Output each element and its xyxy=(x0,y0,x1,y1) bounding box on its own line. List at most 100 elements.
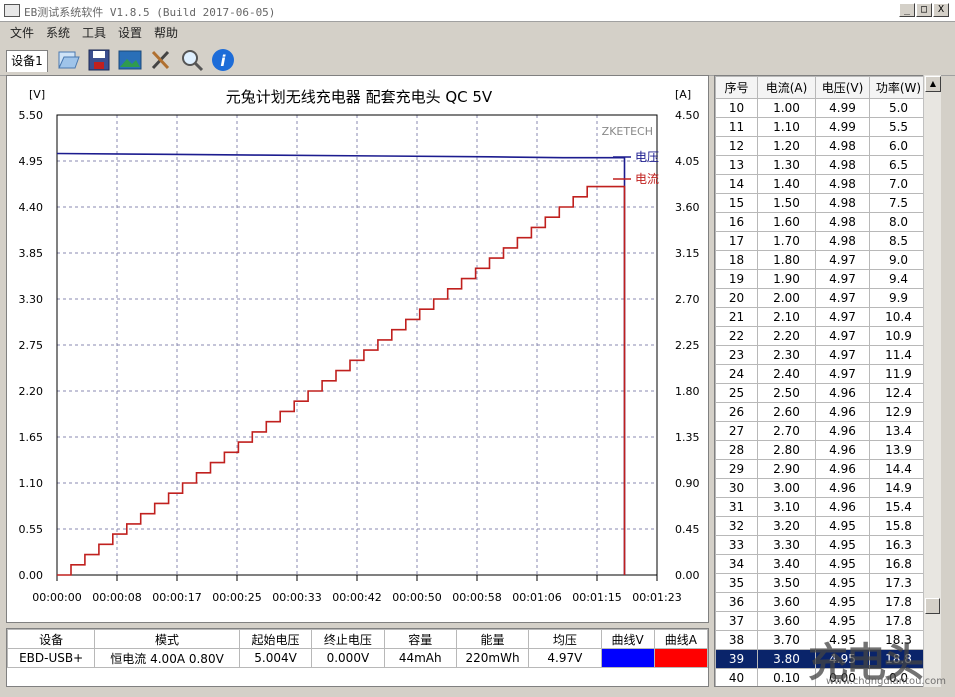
right-tick-label: 0.00 xyxy=(675,569,700,582)
table-cell: 7.5 xyxy=(869,193,928,213)
column-header[interactable]: 序号 xyxy=(715,76,758,99)
table-cell: 24 xyxy=(715,364,758,384)
table-cell: 17 xyxy=(715,231,758,251)
svg-text:i: i xyxy=(220,52,226,70)
table-cell: 1.60 xyxy=(757,212,816,232)
table-cell: 2.90 xyxy=(757,459,816,479)
table-row[interactable]: 21 2.10 4.97 10.4 xyxy=(715,307,928,327)
app-icon[interactable] xyxy=(4,4,20,17)
table-cell: 8.0 xyxy=(869,212,928,232)
image-icon[interactable] xyxy=(116,46,142,72)
save-icon[interactable] xyxy=(85,46,111,72)
table-cell: 4.98 xyxy=(815,212,870,232)
table-cell: 4.98 xyxy=(815,136,870,156)
table-cell: 16 xyxy=(715,212,758,232)
table-row[interactable]: 13 1.30 4.98 6.5 xyxy=(715,155,928,175)
menu-settings[interactable]: 设置 xyxy=(118,24,142,41)
menu-system[interactable]: 系统 xyxy=(46,24,70,41)
table-row[interactable]: 27 2.70 4.96 13.4 xyxy=(715,421,928,441)
table-row[interactable]: 22 2.20 4.97 10.9 xyxy=(715,326,928,346)
table-cell: 2.60 xyxy=(757,402,816,422)
search-icon[interactable] xyxy=(178,46,204,72)
right-tick-label: 1.35 xyxy=(675,431,700,444)
table-row[interactable]: 17 1.70 4.98 8.5 xyxy=(715,231,928,251)
table-row[interactable]: 35 3.50 4.95 17.3 xyxy=(715,573,928,593)
tools-icon[interactable] xyxy=(147,46,173,72)
table-row[interactable]: 10 1.00 4.99 5.0 xyxy=(715,98,928,118)
table-row[interactable]: 30 3.00 4.96 14.9 xyxy=(715,478,928,498)
right-tick-label: 3.60 xyxy=(675,201,700,214)
table-row[interactable]: 34 3.40 4.95 16.8 xyxy=(715,554,928,574)
column-header[interactable]: 功率(W) xyxy=(869,76,928,99)
table-cell: 15.4 xyxy=(869,497,928,517)
open-icon[interactable] xyxy=(54,46,80,72)
scroll-up-icon[interactable]: ▲ xyxy=(925,76,941,92)
info-icon[interactable]: i xyxy=(209,46,235,72)
table-row[interactable]: 31 3.10 4.96 15.4 xyxy=(715,497,928,517)
table-row[interactable]: 24 2.40 4.97 11.9 xyxy=(715,364,928,384)
table-cell: 10 xyxy=(715,98,758,118)
table-cell: 4.98 xyxy=(815,174,870,194)
status-value: 0.000V xyxy=(311,648,385,668)
left-axis-unit: [V] xyxy=(29,88,45,101)
table-row[interactable]: 33 3.30 4.95 16.3 xyxy=(715,535,928,555)
table-cell: 10.9 xyxy=(869,326,928,346)
table-row[interactable]: 20 2.00 4.97 9.9 xyxy=(715,288,928,308)
table-row[interactable]: 12 1.20 4.98 6.0 xyxy=(715,136,928,156)
minimize-button[interactable]: _ xyxy=(899,3,915,17)
table-cell: 4.95 xyxy=(815,573,870,593)
table-cell: 4.96 xyxy=(815,478,870,498)
table-cell: 4.98 xyxy=(815,231,870,251)
status-panel: 设备 模式 起始电压 终止电压 容量 能量 均压 曲线V 曲线A EBD-USB+ 恒电流 4.0… xyxy=(6,628,709,687)
table-cell: 40 xyxy=(715,668,758,686)
left-tick-label: 5.50 xyxy=(19,109,44,122)
table-cell: 2.70 xyxy=(757,421,816,441)
left-tick-label: 2.20 xyxy=(19,385,44,398)
menu-tools[interactable]: 工具 xyxy=(82,24,106,41)
table-cell: 39 xyxy=(715,649,758,669)
table-cell: 4.96 xyxy=(815,459,870,479)
tab-device-1[interactable]: 设备1 xyxy=(6,50,48,72)
status-value: 恒电流 4.00A 0.80V xyxy=(94,648,240,668)
table-cell: 23 xyxy=(715,345,758,365)
table-cell: 1.50 xyxy=(757,193,816,213)
menu-help[interactable]: 帮助 xyxy=(154,24,178,41)
close-button[interactable]: X xyxy=(933,3,949,17)
table-row[interactable]: 11 1.10 4.99 5.5 xyxy=(715,117,928,137)
left-tick-label: 3.85 xyxy=(19,247,44,260)
table-cell: 27 xyxy=(715,421,758,441)
table-row[interactable]: 28 2.80 4.96 13.9 xyxy=(715,440,928,460)
menu-file[interactable]: 文件 xyxy=(10,24,34,41)
table-row[interactable]: 37 3.60 4.95 17.8 xyxy=(715,611,928,631)
table-cell: 2.80 xyxy=(757,440,816,460)
left-tick-label: 0.00 xyxy=(19,569,44,582)
status-value: 44mAh xyxy=(383,648,457,668)
table-cell: 4.97 xyxy=(815,269,870,289)
table-cell: 3.80 xyxy=(757,649,816,669)
table-cell: 17.3 xyxy=(869,573,928,593)
maximize-button[interactable]: □ xyxy=(916,3,932,17)
table-row[interactable]: 32 3.20 4.95 15.8 xyxy=(715,516,928,536)
table-cell: 4.96 xyxy=(815,402,870,422)
table-row[interactable]: 19 1.90 4.97 9.4 xyxy=(715,269,928,289)
table-cell: 6.0 xyxy=(869,136,928,156)
scrollbar-thumb[interactable] xyxy=(925,598,940,614)
x-tick-label: 00:00:42 xyxy=(332,591,381,604)
table-row[interactable]: 25 2.50 4.96 12.4 xyxy=(715,383,928,403)
table-row[interactable]: 15 1.50 4.98 7.5 xyxy=(715,193,928,213)
table-cell: 11.4 xyxy=(869,345,928,365)
table-row[interactable]: 29 2.90 4.96 14.4 xyxy=(715,459,928,479)
table-cell: 12 xyxy=(715,136,758,156)
table-cell: 4.96 xyxy=(815,421,870,441)
readings-table[interactable]: 序号 电流(A) 电压(V) 功率(W) 10 1.00 4.99 5.0 11 1.10 4.9… xyxy=(714,75,941,687)
table-row[interactable]: 16 1.60 4.98 8.0 xyxy=(715,212,928,232)
table-row[interactable]: 23 2.30 4.97 11.4 xyxy=(715,345,928,365)
table-row[interactable]: 36 3.60 4.95 17.8 xyxy=(715,592,928,612)
table-row[interactable]: 18 1.80 4.97 9.0 xyxy=(715,250,928,270)
x-tick-label: 00:00:08 xyxy=(92,591,141,604)
column-header[interactable]: 电压(V) xyxy=(815,76,870,99)
column-header[interactable]: 电流(A) xyxy=(757,76,816,99)
table-row[interactable]: 14 1.40 4.98 7.0 xyxy=(715,174,928,194)
table-row[interactable]: 26 2.60 4.96 12.9 xyxy=(715,402,928,422)
table-scrollbar[interactable]: ▲ xyxy=(923,75,941,687)
